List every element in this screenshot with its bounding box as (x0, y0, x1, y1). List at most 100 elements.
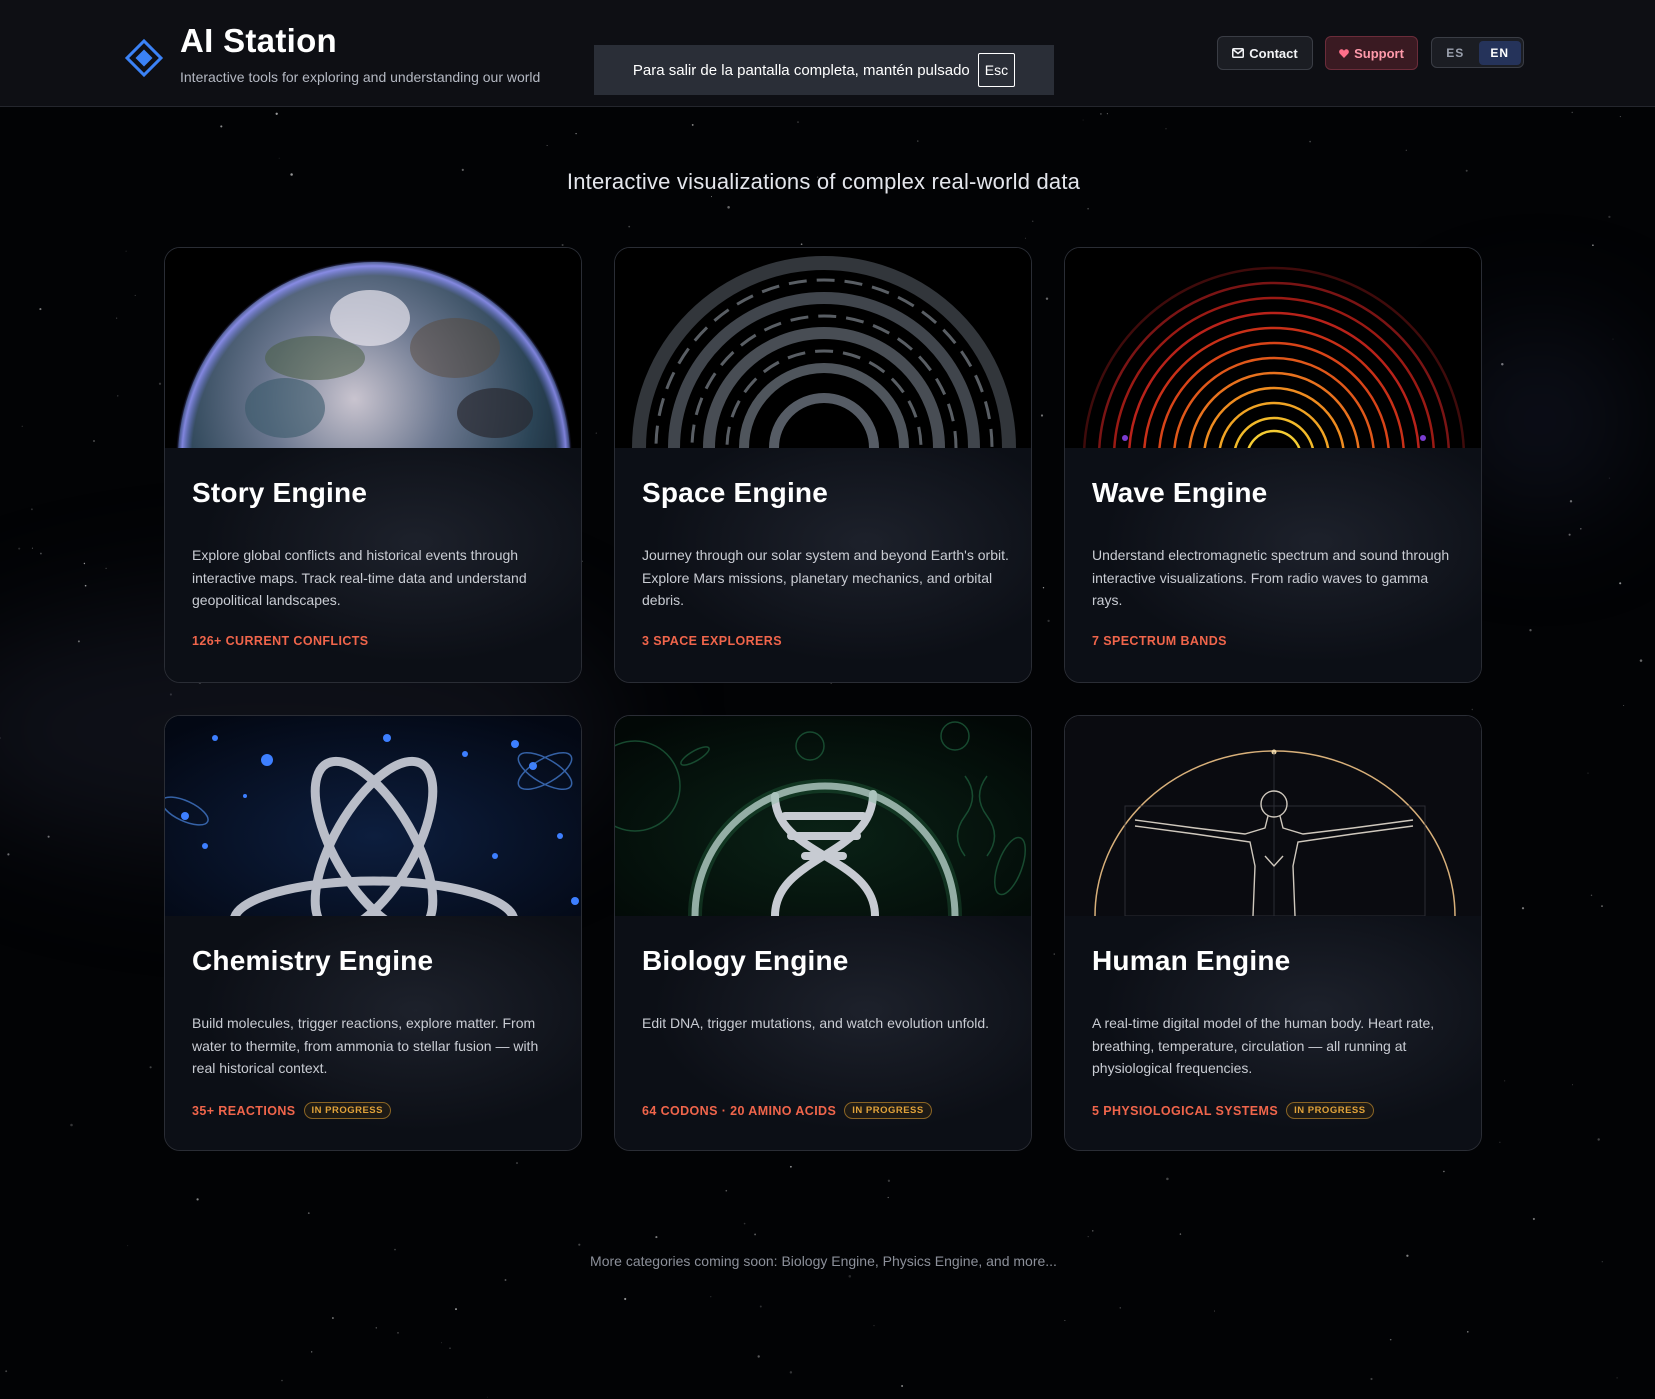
star (575, 132, 577, 135)
star (1467, 1331, 1469, 1333)
support-button[interactable]: Support (1325, 36, 1418, 70)
star (1471, 708, 1474, 711)
star (1213, 1310, 1215, 1312)
star (486, 1396, 488, 1398)
star (1389, 1338, 1392, 1341)
app-subtitle: Interactive tools for exploring and unde… (180, 69, 541, 85)
card-title: Biology Engine (642, 945, 849, 976)
fullscreen-exit-banner: Para salir de la pantalla completa, mant… (594, 45, 1054, 95)
star (21, 425, 23, 427)
status-badge: IN PROGRESS (303, 1102, 391, 1119)
star (84, 584, 87, 587)
star (711, 196, 712, 198)
card-image (1065, 716, 1481, 916)
card-space-engine[interactable]: Space Engine Journey through our solar s… (614, 247, 1032, 683)
star (1053, 953, 1055, 955)
star (278, 157, 280, 159)
star (1309, 140, 1311, 143)
star (1082, 119, 1084, 121)
star (1501, 363, 1504, 366)
star (1590, 894, 1593, 896)
star (1623, 705, 1625, 706)
star (105, 567, 107, 570)
spiral-galaxy-image (615, 248, 1031, 448)
star (440, 1342, 442, 1344)
star (449, 1347, 451, 1349)
star (70, 1123, 73, 1127)
card-meta: 126+ CURRENT CONFLICTS (192, 634, 369, 648)
star (917, 140, 919, 142)
star (1612, 338, 1614, 340)
card-stat: 3 SPACE EXPLORERS (642, 634, 782, 648)
star (710, 1296, 712, 1298)
star (1619, 582, 1622, 585)
card-body: Wave Engine Understand electromagnetic s… (1065, 448, 1481, 682)
card-biology-engine[interactable]: Biology Engine Edit DNA, trigger mutatio… (614, 715, 1032, 1151)
card-meta: 5 PHYSIOLOGICAL SYSTEMS IN PROGRESS (1092, 1102, 1374, 1119)
card-description: Build molecules, trigger reactions, expl… (192, 1015, 539, 1076)
star (1601, 905, 1603, 907)
card-stat: 126+ CURRENT CONFLICTS (192, 634, 369, 648)
contact-button[interactable]: Contact (1217, 36, 1313, 70)
card-chemistry-engine[interactable]: Chemistry Engine Build molecules, trigge… (164, 715, 582, 1151)
card-stat: 35+ REACTIONS (192, 1103, 296, 1118)
card-description: Edit DNA, trigger mutations, and watch e… (642, 1015, 990, 1031)
star (397, 1332, 399, 1334)
star (1587, 772, 1589, 774)
star (1106, 113, 1108, 115)
star (275, 112, 278, 115)
star (1370, 1377, 1373, 1381)
star (1569, 500, 1573, 503)
star (1119, 1307, 1121, 1309)
star (5, 1370, 8, 1373)
star (504, 1279, 507, 1281)
star (727, 206, 730, 209)
star (887, 1179, 891, 1182)
star (30, 508, 33, 511)
card-wave-engine[interactable]: Wave Engine Understand electromagnetic s… (1064, 247, 1482, 683)
card-body: Space Engine Journey through our solar s… (615, 448, 1031, 682)
esc-key-hint: Esc (977, 53, 1016, 87)
star (1532, 1217, 1535, 1221)
spectrum-waves-image (1065, 248, 1481, 448)
star (561, 243, 564, 247)
card-human-engine[interactable]: Human Engine A real-time digital model o… (1064, 715, 1482, 1151)
star (901, 1385, 904, 1387)
star (18, 547, 21, 550)
star (546, 145, 548, 146)
card-stat: 5 PHYSIOLOGICAL SYSTEMS (1092, 1103, 1279, 1118)
star (127, 1245, 129, 1247)
star (1165, 128, 1167, 130)
diamond-logo-icon[interactable] (124, 38, 164, 78)
card-description: Journey through our solar system and bey… (642, 547, 1009, 608)
star (1047, 619, 1050, 623)
star (789, 1165, 792, 1168)
star (516, 1162, 518, 1164)
card-meta: 35+ REACTIONS IN PROGRESS (192, 1102, 391, 1119)
star (1031, 220, 1034, 223)
lang-option-en[interactable]: EN (1478, 40, 1521, 65)
star (1024, 237, 1026, 239)
support-label: Support (1354, 45, 1404, 61)
app-title[interactable]: AI Station (180, 22, 337, 60)
card-meta: 64 CODONS · 20 AMINO ACIDS IN PROGRESS (642, 1102, 932, 1119)
star (83, 562, 86, 565)
card-story-engine[interactable]: Story Engine Explore global conflicts an… (164, 247, 582, 683)
status-badge: IN PROGRESS (844, 1102, 932, 1119)
earth-globe-image (165, 248, 581, 448)
star (1405, 149, 1407, 151)
star (578, 1243, 581, 1246)
star (759, 1305, 762, 1308)
star (628, 225, 631, 228)
star (1592, 244, 1594, 247)
dna-helix-image (615, 716, 1031, 916)
card-title: Chemistry Engine (192, 945, 434, 976)
star (1443, 1170, 1445, 1173)
card-body: Chemistry Engine Build molecules, trigge… (165, 916, 581, 1150)
star (1092, 1230, 1094, 1232)
star (1499, 1141, 1501, 1143)
star (311, 1351, 313, 1353)
star (281, 1379, 283, 1382)
atom-orbits-image (165, 716, 581, 916)
lang-option-es[interactable]: ES (1434, 41, 1477, 65)
